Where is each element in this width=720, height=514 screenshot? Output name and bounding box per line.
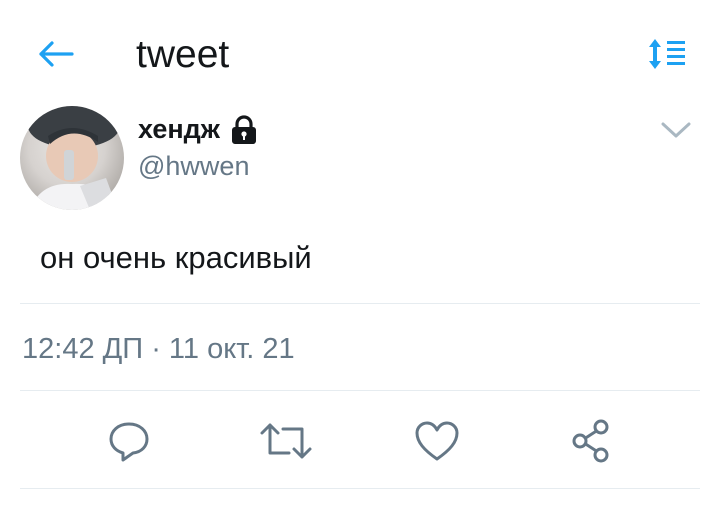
divider (20, 303, 700, 304)
share-icon (572, 419, 609, 463)
profile-photo (28, 106, 120, 210)
retweet-icon (260, 423, 312, 459)
reply-icon (109, 422, 149, 462)
chevron-down-icon (661, 122, 691, 138)
author-name-row[interactable]: хендж (138, 114, 258, 145)
meta-separator: · (151, 333, 161, 365)
avatar[interactable] (20, 106, 124, 210)
share-button[interactable] (561, 415, 621, 467)
divider (20, 488, 700, 489)
back-arrow-icon (39, 41, 74, 67)
reply-button[interactable] (99, 415, 159, 467)
author-handle[interactable]: @hwwen (138, 151, 249, 182)
divider (20, 390, 700, 391)
like-icon (415, 421, 459, 461)
tweet-actions (0, 405, 720, 475)
author-name: хендж (138, 114, 220, 144)
tweet-text: он очень красивый (40, 240, 312, 275)
tweet-time: 12:42 ДП (22, 333, 144, 365)
page-title: tweet (136, 33, 230, 76)
sort-button[interactable] (644, 34, 690, 74)
top-bar: tweet (0, 0, 720, 100)
retweet-button[interactable] (256, 415, 316, 467)
tweet-date: 11 окт. 21 (168, 333, 295, 365)
tweet-menu-button[interactable] (660, 114, 692, 146)
back-button[interactable] (34, 34, 78, 74)
sort-lines-icon (649, 39, 685, 69)
like-button[interactable] (407, 415, 467, 467)
tweet-timestamp: 12:42 ДП · 11 окт. 21 (22, 333, 295, 366)
lock-icon (231, 114, 256, 144)
